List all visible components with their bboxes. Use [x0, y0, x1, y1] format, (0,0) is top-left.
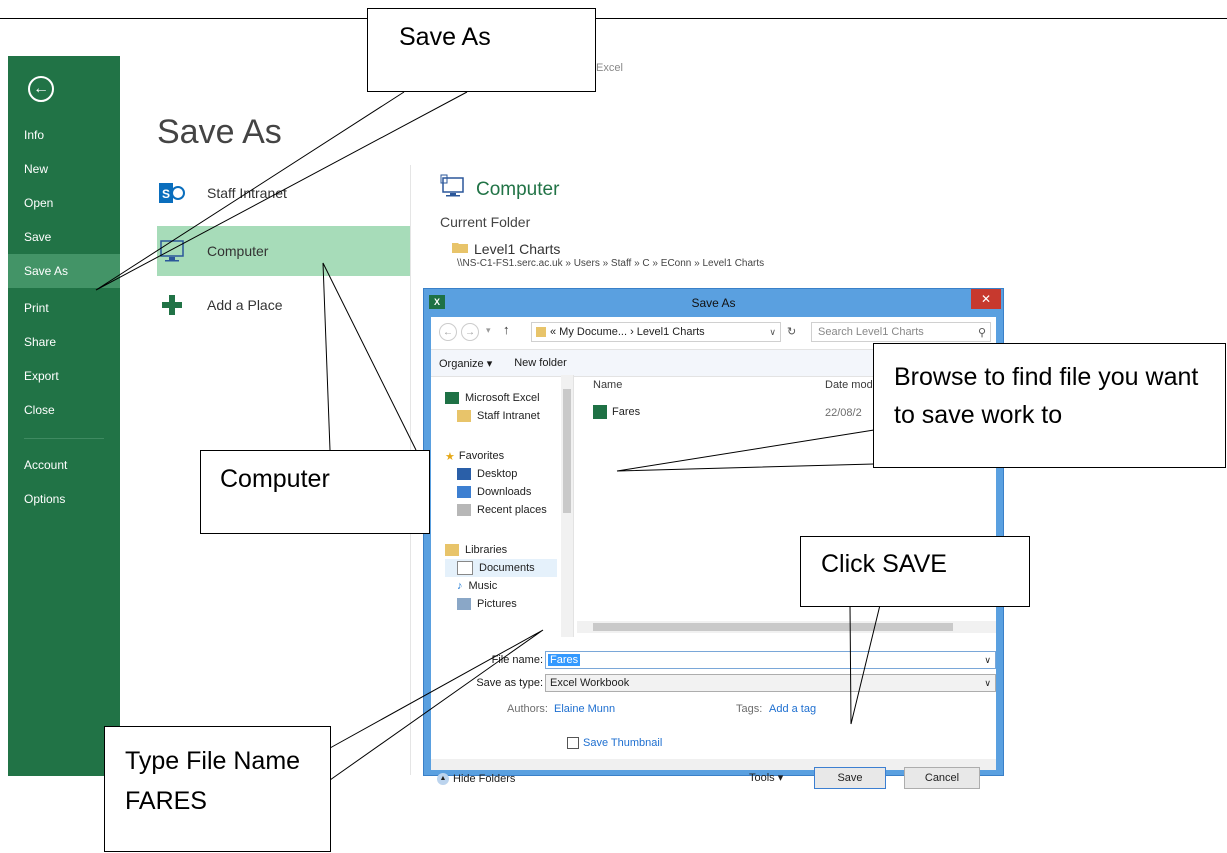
callout-browse: Browse to find file you want to save wor…	[873, 343, 1226, 468]
callout-save-as: Save As	[367, 8, 596, 92]
callout-computer: Computer	[200, 450, 430, 534]
callout-click-save: Click SAVE	[800, 536, 1030, 607]
callout-type-file-name: Type File Name FARES	[104, 726, 331, 852]
